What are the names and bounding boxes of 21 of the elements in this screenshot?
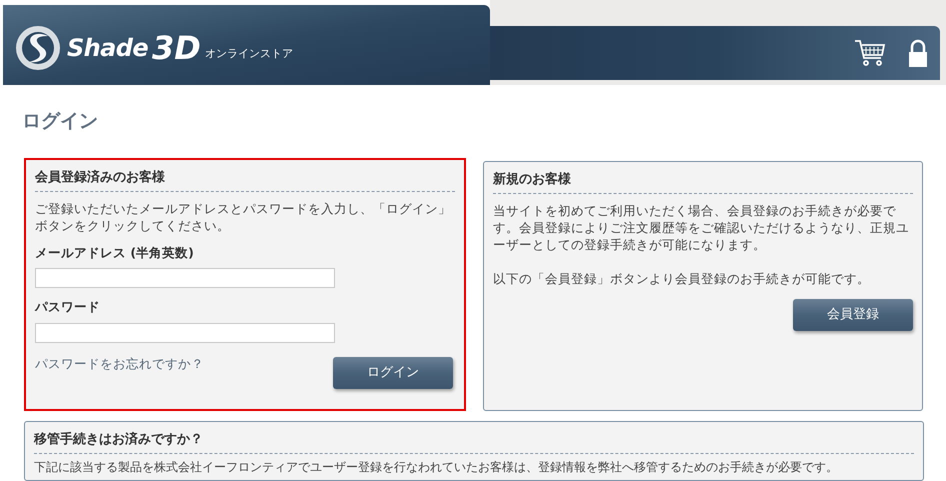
lock-icon[interactable]	[908, 39, 928, 67]
panel-title: 移管手続きはお済みですか？	[34, 430, 914, 454]
input-field[interactable]	[35, 268, 335, 288]
logo-text: Shade	[67, 33, 148, 64]
transfer-text: 下記に該当する製品を株式会社イーフロンティアでユーザー登録を行なわれていたお客様は、登録情報を弊社へ移管するためのお手続きが必要です。	[34, 460, 839, 474]
info-text: 以下の「会員登録」ボタンより会員登録のお手続きが可能です。	[493, 270, 871, 286]
logo-icon	[13, 24, 63, 72]
forgot-password-link[interactable]: パスワードをお忘れですか？	[35, 355, 204, 374]
input-field[interactable]	[35, 323, 335, 343]
cart-icon[interactable]	[854, 39, 886, 67]
field-label: メールアドレス (半角英数)	[35, 244, 195, 262]
logo-subtitle: オンラインストア	[204, 46, 293, 62]
panel-title: 新規のお客様	[493, 170, 913, 194]
field-label: パスワード	[35, 298, 101, 316]
logo-number: 3D	[152, 32, 201, 64]
panel-title: 会員登録済みのお客様	[35, 168, 455, 192]
register-button[interactable]: 会員登録	[793, 298, 913, 330]
page-title: ログイン	[22, 109, 99, 133]
login-button[interactable]: ログイン	[333, 357, 453, 389]
info-text: 当サイトを初めてご利用いただく場合、会員登録のお手続きが必要です。会員登録によりご注文履歴等をご確認いただけるようなり、正規ユーザーとしての登録手続きが可能になります。	[493, 202, 910, 252]
intro-text: ご登録いただいたメールアドレスとパスワードを入力し、「ログイン」ボタンをクリックしてください。	[35, 200, 452, 234]
